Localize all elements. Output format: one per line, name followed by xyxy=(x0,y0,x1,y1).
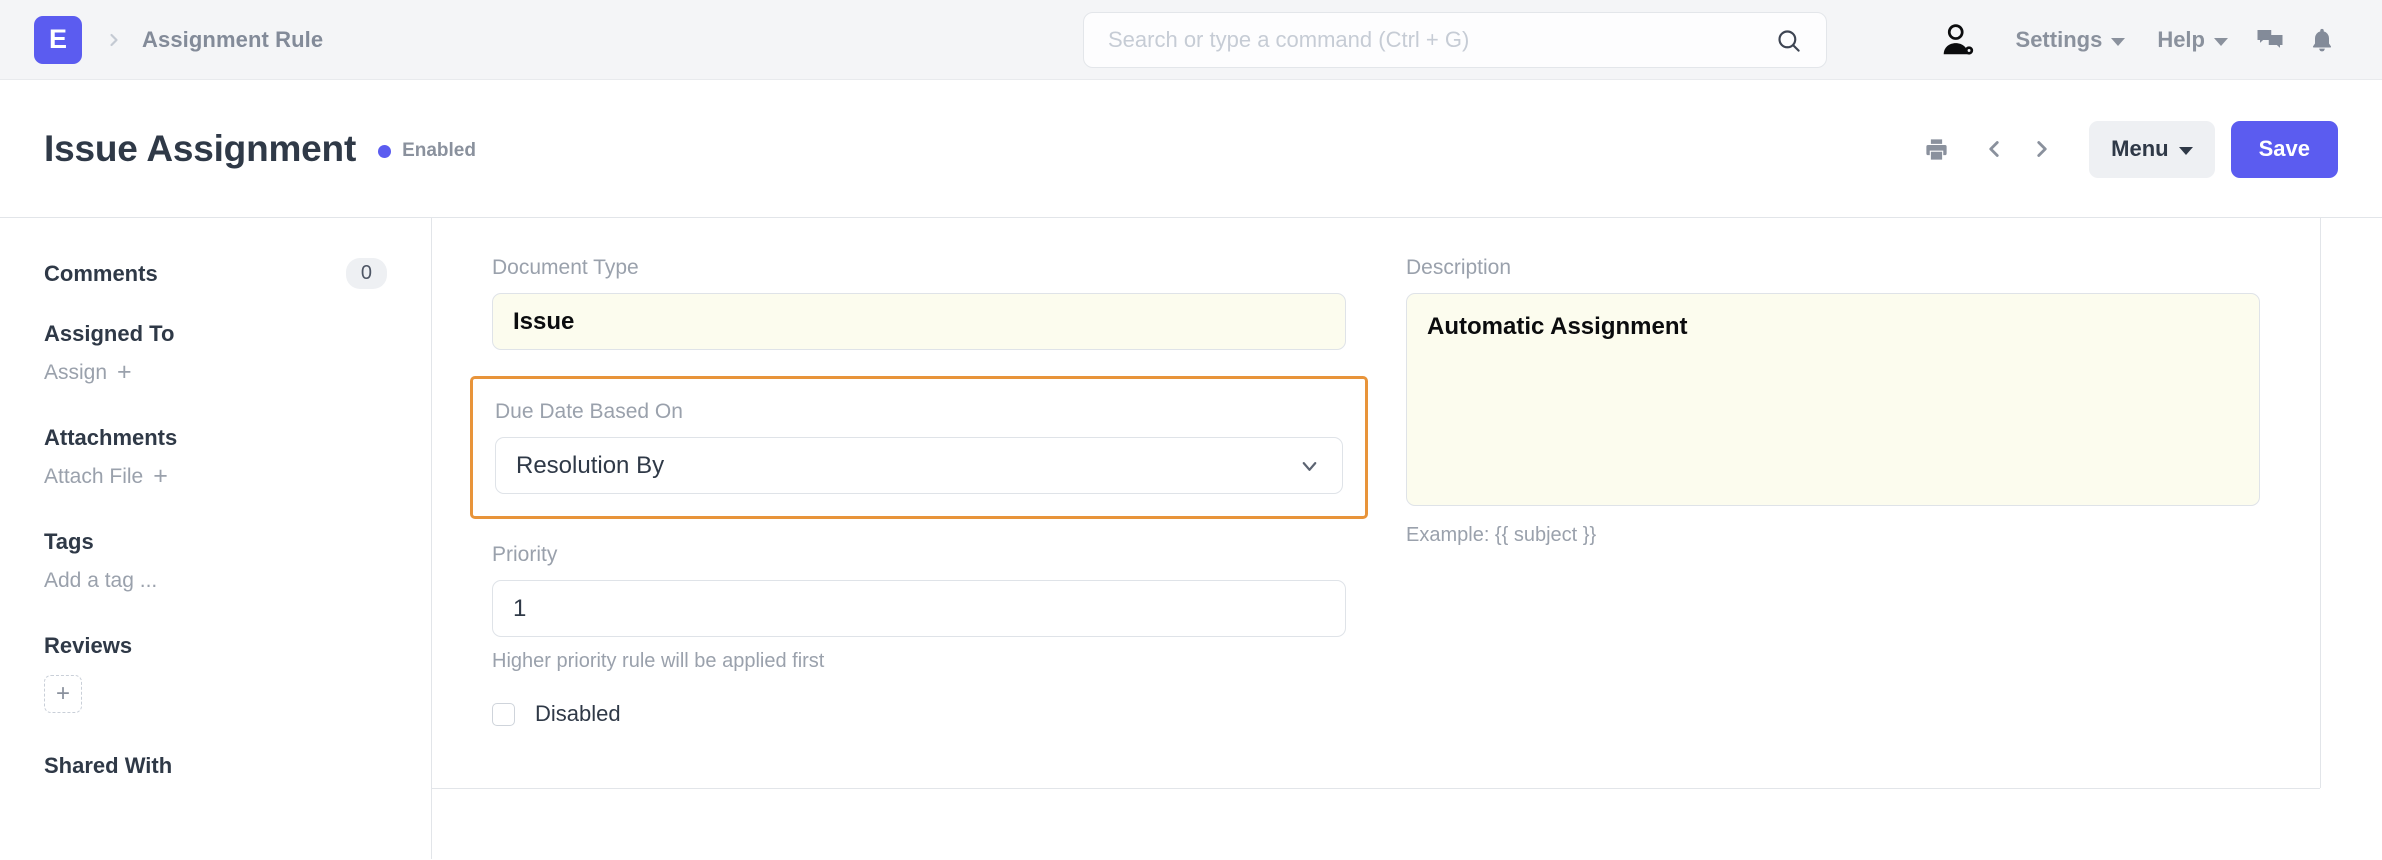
sidebar-attachments-label: Attachments xyxy=(44,425,387,451)
sidebar-comments-count: 0 xyxy=(346,258,387,289)
settings-label: Settings xyxy=(2016,27,2103,53)
plus-icon: + xyxy=(117,360,132,385)
settings-menu[interactable]: Settings xyxy=(2000,21,2142,59)
plus-icon: + xyxy=(153,464,168,489)
sidebar-section-comments: Comments 0 xyxy=(44,258,387,289)
status-dot-icon xyxy=(378,145,391,158)
help-menu[interactable]: Help xyxy=(2141,21,2244,59)
add-review-button[interactable]: + xyxy=(44,675,82,713)
disabled-checkbox[interactable] xyxy=(492,703,515,726)
due-date-based-on-label: Due Date Based On xyxy=(495,400,1343,424)
field-disabled-checkbox[interactable]: Disabled xyxy=(492,701,1346,727)
previous-record-icon[interactable] xyxy=(1971,126,2017,172)
priority-input[interactable] xyxy=(492,580,1346,637)
page-title: Issue Assignment xyxy=(44,128,356,170)
print-icon[interactable] xyxy=(1913,126,1959,172)
priority-helper-text: Higher priority rule will be applied fir… xyxy=(492,650,1346,673)
chevron-down-icon xyxy=(2179,147,2193,155)
global-search[interactable] xyxy=(1083,12,1827,68)
top-navbar: E Assignment Rule Settings Help xyxy=(0,0,2382,80)
assign-button[interactable]: Assign + xyxy=(44,361,387,385)
field-due-date-based-on: Due Date Based On xyxy=(495,400,1343,494)
chevron-down-icon xyxy=(2111,38,2125,46)
help-label: Help xyxy=(2157,27,2205,53)
add-tag-button[interactable]: Add a tag ... xyxy=(44,569,387,593)
breadcrumb-chevron-icon xyxy=(104,30,124,50)
bell-icon[interactable] xyxy=(2296,14,2348,66)
sidebar-section-assigned-to: Assigned To Assign + xyxy=(44,321,387,385)
navbar-right-actions: Settings Help xyxy=(1934,0,2348,80)
due-date-highlight: Due Date Based On xyxy=(470,376,1368,519)
menu-button-label: Menu xyxy=(2111,136,2168,162)
status-badge: Enabled xyxy=(378,140,476,162)
app-logo[interactable]: E xyxy=(34,16,82,64)
avatar-icon[interactable] xyxy=(1934,17,1980,63)
sidebar-section-reviews: Reviews + xyxy=(44,633,387,713)
sidebar-section-tags: Tags Add a tag ... xyxy=(44,529,387,593)
attach-file-button[interactable]: Attach File + xyxy=(44,465,387,489)
assign-label: Assign xyxy=(44,361,107,385)
form-section-divider xyxy=(432,788,2320,789)
field-document-type: Document Type xyxy=(492,256,1346,350)
main-content: Document Type Due Date Based On xyxy=(432,218,2382,859)
priority-label: Priority xyxy=(492,543,1346,567)
record-navigation xyxy=(1971,126,2065,172)
sidebar-comments-label: Comments xyxy=(44,261,158,287)
description-helper-text: Example: {{ subject }} xyxy=(1406,524,2260,547)
sidebar-section-shared-with: Shared With xyxy=(44,753,387,779)
description-textarea[interactable] xyxy=(1406,293,2260,506)
form-column-left: Document Type Due Date Based On xyxy=(492,256,1346,727)
menu-button[interactable]: Menu xyxy=(2089,121,2214,178)
form-card: Document Type Due Date Based On xyxy=(432,218,2321,788)
field-priority: Priority Higher priority rule will be ap… xyxy=(492,543,1346,673)
attach-file-label: Attach File xyxy=(44,465,143,489)
description-label: Description xyxy=(1406,256,2260,280)
sidebar-shared-with-label: Shared With xyxy=(44,753,387,779)
save-button[interactable]: Save xyxy=(2231,121,2338,178)
sidebar-tags-label: Tags xyxy=(44,529,387,555)
sidebar-assigned-to-label: Assigned To xyxy=(44,321,387,347)
sidebar: Comments 0 Assigned To Assign + Attachme… xyxy=(0,218,432,859)
form-column-right: Description Example: {{ subject }} xyxy=(1406,256,2260,727)
document-type-input[interactable] xyxy=(492,293,1346,350)
page-header: Issue Assignment Enabled Menu Save xyxy=(0,80,2382,218)
search-icon[interactable] xyxy=(1775,27,1802,54)
sidebar-reviews-label: Reviews xyxy=(44,633,387,659)
disabled-checkbox-label: Disabled xyxy=(535,701,621,727)
field-description: Description Example: {{ subject }} xyxy=(1406,256,2260,547)
chevron-down-icon xyxy=(2214,38,2228,46)
add-tag-label: Add a tag ... xyxy=(44,569,157,593)
breadcrumb-label[interactable]: Assignment Rule xyxy=(142,27,323,53)
page-header-actions: Menu Save xyxy=(1913,80,2338,218)
chat-icon[interactable] xyxy=(2244,14,2296,66)
document-type-label: Document Type xyxy=(492,256,1346,280)
search-input[interactable] xyxy=(1108,27,1775,53)
page-body: Comments 0 Assigned To Assign + Attachme… xyxy=(0,218,2382,859)
next-record-icon[interactable] xyxy=(2019,126,2065,172)
sidebar-section-attachments: Attachments Attach File + xyxy=(44,425,387,489)
due-date-based-on-select[interactable] xyxy=(495,437,1343,494)
status-label: Enabled xyxy=(402,140,476,162)
